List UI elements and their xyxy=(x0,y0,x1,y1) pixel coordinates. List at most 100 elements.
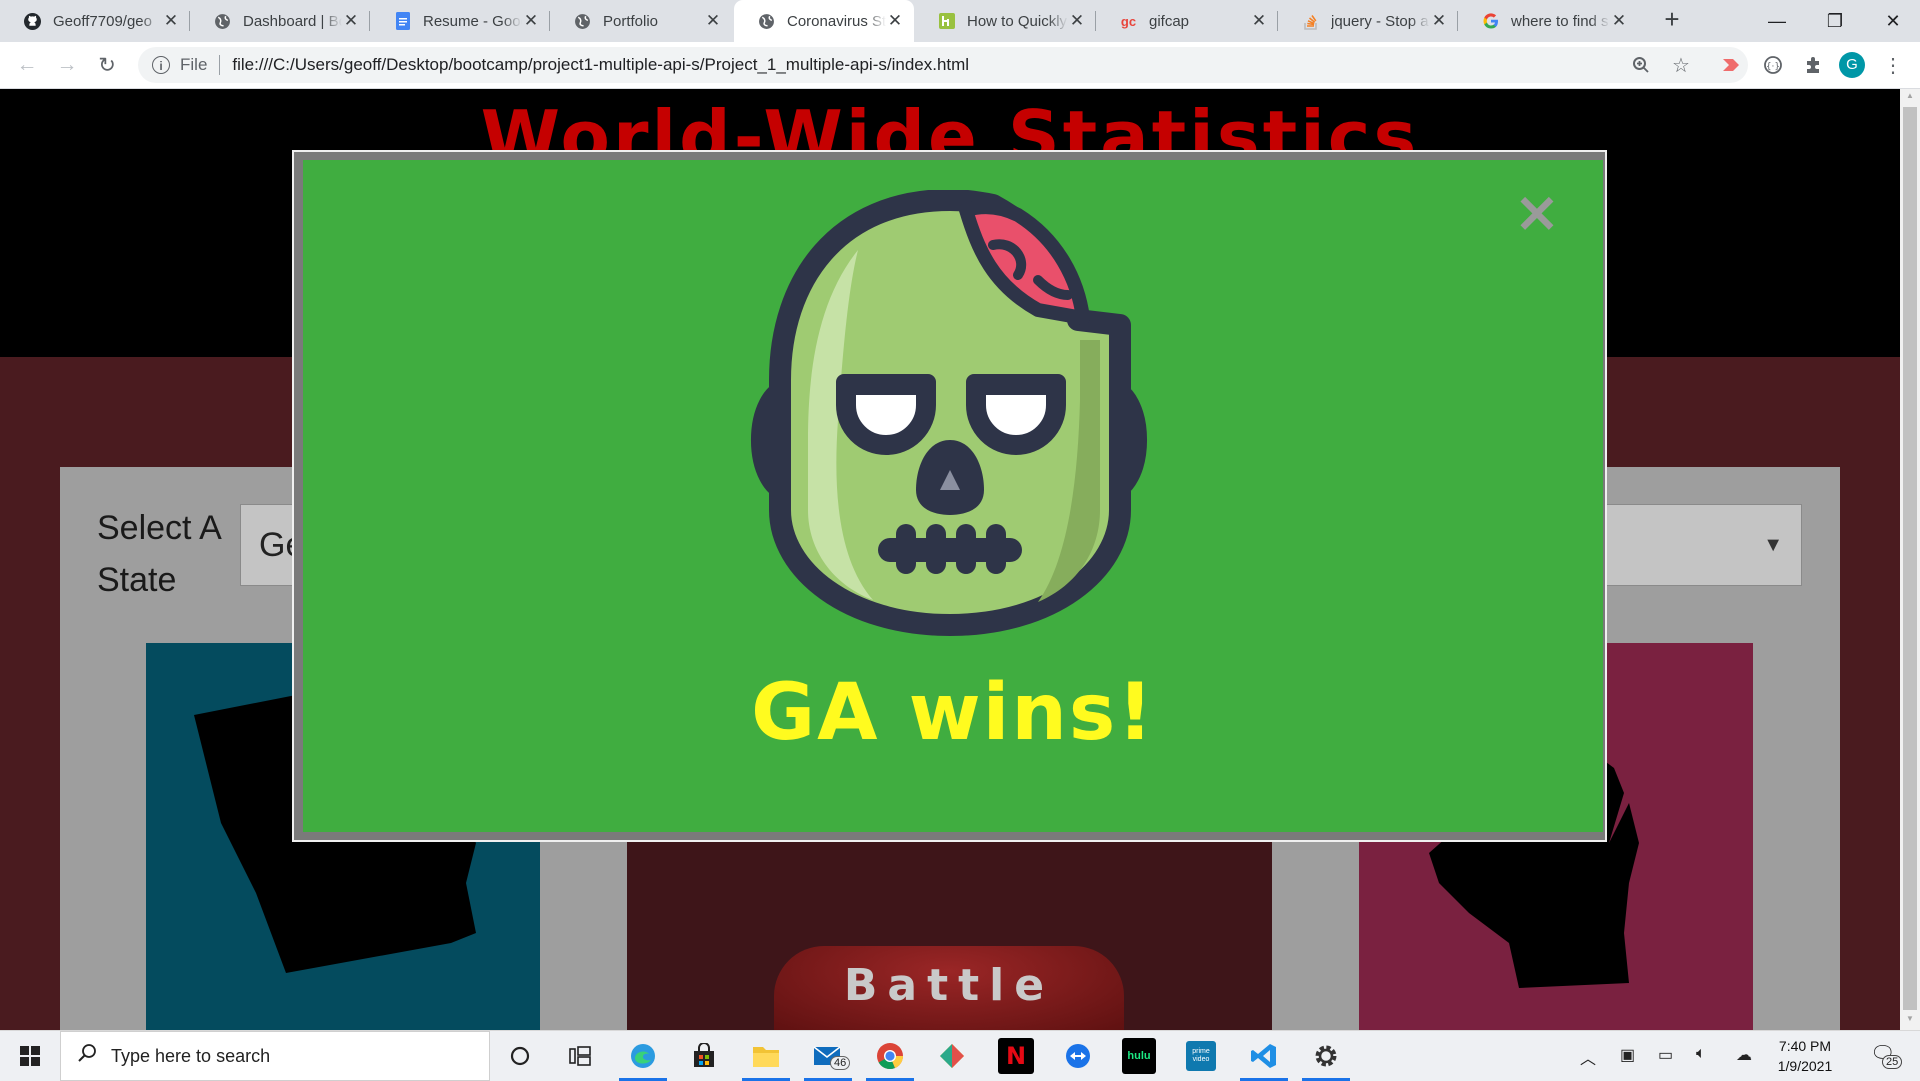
tab-dashboard[interactable]: Dashboard | Bo ✕ xyxy=(190,0,370,42)
winner-text: GA wins! xyxy=(751,668,1155,758)
tray-chevron-icon[interactable]: ︿ xyxy=(1580,1045,1596,1069)
dropdown-arrow-icon: ▼ xyxy=(1763,534,1783,556)
svg-text:{·}: {·} xyxy=(1766,62,1780,72)
store-icon[interactable] xyxy=(686,1038,722,1074)
tab-github[interactable]: Geoff7709/geo ✕ xyxy=(0,0,190,42)
onedrive-cloud-icon[interactable]: ☁︎ xyxy=(1736,1045,1752,1065)
git-kraken-icon[interactable] xyxy=(934,1038,970,1074)
page-scrollbar[interactable]: ▲ ▼ xyxy=(1900,89,1920,1030)
gifcap-icon: gc xyxy=(1120,13,1137,29)
google-icon xyxy=(1482,13,1499,30)
netflix-icon[interactable]: N xyxy=(998,1038,1034,1074)
tab-close-icon[interactable]: ✕ xyxy=(342,11,360,31)
cast-extension-icon[interactable] xyxy=(1716,50,1746,80)
address-bar[interactable]: i File file:///C:/Users/geoff/Desktop/bo… xyxy=(138,47,1748,83)
windows-taskbar: Type here to search 46 N hulu prime video xyxy=(0,1030,1920,1081)
tab-close-icon[interactable]: ✕ xyxy=(1068,11,1086,31)
search-icon xyxy=(77,1043,97,1069)
start-button[interactable] xyxy=(0,1031,60,1081)
volume-icon[interactable]: 🔈︎ xyxy=(1696,1045,1706,1063)
extensions-puzzle-icon[interactable] xyxy=(1798,50,1828,80)
tab-close-icon[interactable]: ✕ xyxy=(522,11,540,31)
tab-close-icon[interactable]: ✕ xyxy=(704,11,722,31)
file-explorer-icon[interactable] xyxy=(742,1038,790,1081)
forward-button[interactable]: → xyxy=(52,50,82,80)
close-window-button[interactable]: ✕ xyxy=(1864,0,1920,42)
back-arrow-icon: ← xyxy=(16,53,38,76)
globe-icon xyxy=(758,13,775,30)
hulu-icon[interactable]: hulu xyxy=(1122,1038,1156,1074)
globe-icon xyxy=(214,13,231,30)
info-icon[interactable]: i xyxy=(152,56,170,74)
taskbar-clock[interactable]: 7:40 PM 1/9/2021 xyxy=(1770,1036,1840,1076)
tab-resume[interactable]: Resume - Goog ✕ xyxy=(370,0,550,42)
tab-title: Dashboard | Bo xyxy=(243,12,342,30)
cortana-icon[interactable] xyxy=(502,1038,538,1074)
tab-title: Geoff7709/geo xyxy=(53,12,152,30)
tab-title: jquery - Stop a xyxy=(1331,12,1429,30)
search-placeholder: Type here to search xyxy=(111,1045,271,1066)
back-button[interactable]: ← xyxy=(12,50,42,80)
minimize-button[interactable]: — xyxy=(1748,0,1806,42)
edge-icon[interactable] xyxy=(619,1038,667,1081)
vscode-icon[interactable] xyxy=(1240,1038,1288,1081)
zombie-icon xyxy=(751,190,1147,636)
scheme-label: File xyxy=(180,55,208,74)
restore-button[interactable]: ❐ xyxy=(1806,0,1864,42)
globe-icon xyxy=(574,13,591,30)
modal-close-button[interactable]: × xyxy=(1512,185,1562,241)
scrollbar-thumb[interactable] xyxy=(1903,107,1917,1010)
profile-avatar[interactable]: G xyxy=(1839,52,1865,78)
mail-badge: 46 xyxy=(830,1056,851,1070)
taskbar-search-box[interactable]: Type here to search xyxy=(60,1031,490,1081)
reload-icon: ↻ xyxy=(98,53,116,77)
tab-title: Resume - Goog xyxy=(423,12,522,30)
tab-title: Portfolio xyxy=(603,12,659,30)
chrome-icon[interactable] xyxy=(866,1038,914,1081)
scroll-down-icon[interactable]: ▼ xyxy=(1900,1014,1920,1030)
tab-title: gifcap xyxy=(1149,12,1190,30)
notification-center-icon[interactable]: 🗨︎ 25 xyxy=(1870,1041,1903,1069)
url-text[interactable]: file:///C:/Users/geoff/Desktop/bootcamp/… xyxy=(232,55,969,75)
clock-time: 7:40 PM xyxy=(1778,1038,1832,1054)
windows-logo-icon xyxy=(20,1046,40,1066)
prime-video-icon[interactable]: prime video xyxy=(1186,1041,1216,1071)
tab-title: Coronavirus Sta xyxy=(787,12,886,30)
bookmark-star-icon[interactable]: ☆ xyxy=(1666,50,1696,80)
tab-jquery[interactable]: jquery - Stop a ✕ xyxy=(1278,0,1458,42)
battle-button[interactable]: Battle xyxy=(774,946,1124,1030)
divider xyxy=(219,55,221,75)
tab-close-icon[interactable]: ✕ xyxy=(1430,11,1448,31)
tab-google-search[interactable]: where to find s ✕ xyxy=(1458,0,1638,42)
tab-close-icon[interactable]: ✕ xyxy=(886,11,904,31)
google-docs-icon xyxy=(394,12,411,30)
tab-close-icon[interactable]: ✕ xyxy=(1250,11,1268,31)
notification-badge: 25 xyxy=(1882,1055,1903,1069)
tab-how-to[interactable]: How to Quickly ✕ xyxy=(914,0,1096,42)
github-icon xyxy=(24,12,41,30)
tab-strip: Geoff7709/geo ✕ Dashboard | Bo ✕ Resume … xyxy=(0,0,1920,42)
tab-title: How to Quickly xyxy=(967,12,1068,30)
battery-icon[interactable]: ▭ xyxy=(1658,1045,1673,1065)
teamviewer-icon[interactable] xyxy=(1060,1038,1096,1074)
tab-coronavirus-active[interactable]: Coronavirus Sta ✕ xyxy=(734,0,914,42)
hubspot-icon xyxy=(938,13,955,30)
reload-button[interactable]: ↻ xyxy=(92,50,122,80)
menu-kebab-icon[interactable]: ⋮ xyxy=(1878,50,1908,80)
mail-icon[interactable]: 46 xyxy=(804,1038,852,1081)
tab-gifcap[interactable]: gc gifcap ✕ xyxy=(1096,0,1278,42)
task-view-icon[interactable] xyxy=(562,1038,598,1074)
tab-close-icon[interactable]: ✕ xyxy=(1610,11,1628,31)
tab-close-icon[interactable]: ✕ xyxy=(162,11,180,31)
settings-gear-icon[interactable] xyxy=(1302,1038,1350,1081)
tab-portfolio[interactable]: Portfolio ✕ xyxy=(550,0,732,42)
new-tab-button[interactable]: + xyxy=(1656,4,1688,35)
select-state-label: Select A State xyxy=(97,509,220,599)
scroll-up-icon[interactable]: ▲ xyxy=(1900,91,1920,107)
tab-title: where to find s xyxy=(1511,12,1609,30)
zoom-icon[interactable] xyxy=(1626,50,1656,80)
extension-icon[interactable]: {·} xyxy=(1758,50,1788,80)
browser-toolbar: ← → ↻ i File file:///C:/Users/geoff/Desk… xyxy=(0,42,1920,89)
forward-arrow-icon: → xyxy=(56,53,78,76)
meet-now-icon[interactable]: ▣ xyxy=(1620,1045,1635,1065)
